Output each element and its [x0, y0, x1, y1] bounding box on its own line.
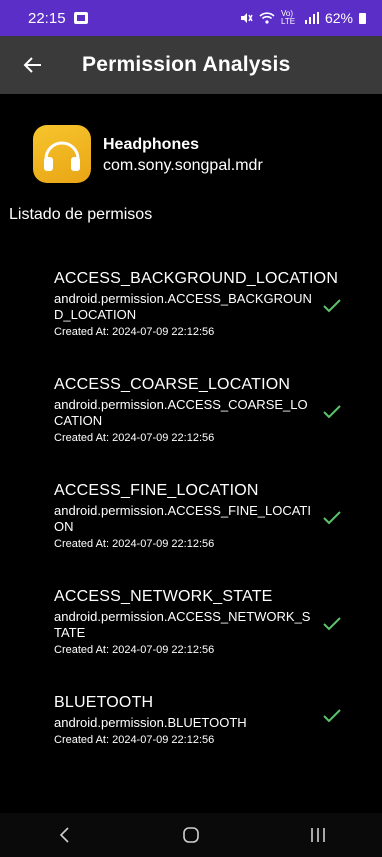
- permission-list: ACCESS_BACKGROUND_LOCATION android.permi…: [0, 268, 382, 798]
- permission-created: Created At: 2024-07-09 22:12:56: [54, 734, 215, 746]
- check-icon: [323, 511, 341, 525]
- permission-item[interactable]: ACCESS_FINE_LOCATION android.permission.…: [0, 480, 382, 586]
- permission-created: Created At: 2024-07-09 22:12:56: [54, 432, 215, 444]
- app-bar: Permission Analysis: [0, 36, 382, 94]
- headphones-icon: [44, 141, 80, 171]
- app-info: Headphones com.sony.songpal.mdr: [33, 125, 263, 183]
- check-icon: [323, 709, 341, 723]
- permission-created: Created At: 2024-07-09 22:12:56: [54, 326, 215, 338]
- permission-id: android.permission.ACCESS_BACKGROUND_LOC…: [54, 291, 312, 322]
- permission-name: BLUETOOTH: [54, 694, 154, 711]
- permission-id: android.permission.ACCESS_COARSE_LOCATIO…: [54, 397, 308, 428]
- permission-created: Created At: 2024-07-09 22:12:56: [54, 644, 215, 656]
- permission-item[interactable]: BLUETOOTH android.permission.BLUETOOTH C…: [0, 692, 382, 798]
- app-package: com.sony.songpal.mdr: [103, 157, 263, 174]
- check-icon: [323, 405, 341, 419]
- nav-home-button[interactable]: [161, 813, 221, 857]
- permission-id: android.permission.BLUETOOTH: [54, 715, 247, 730]
- check-icon: [323, 617, 341, 631]
- chevron-left-icon: [59, 827, 69, 843]
- arrow-left-icon: [23, 57, 41, 73]
- check-icon: [323, 299, 341, 313]
- permission-item[interactable]: ACCESS_NETWORK_STATE android.permission.…: [0, 586, 382, 692]
- permission-name: ACCESS_FINE_LOCATION: [54, 482, 259, 499]
- permission-created: Created At: 2024-07-09 22:12:56: [54, 538, 215, 550]
- status-right: Vo) LTE 62%: [239, 10, 366, 26]
- section-label: Listado de permisos: [9, 206, 153, 223]
- wifi-icon: [259, 12, 275, 24]
- mute-icon: [240, 13, 253, 23]
- back-button[interactable]: [0, 36, 60, 94]
- permission-id: android.permission.ACCESS_FINE_LOCATION: [54, 503, 311, 534]
- permission-item[interactable]: ACCESS_COARSE_LOCATION android.permissio…: [0, 374, 382, 480]
- permission-item[interactable]: ACCESS_BACKGROUND_LOCATION android.permi…: [0, 268, 382, 374]
- nav-back-button[interactable]: [34, 813, 94, 857]
- permission-name: ACCESS_NETWORK_STATE: [54, 588, 273, 605]
- status-left: 22:15: [28, 10, 88, 27]
- permission-id: android.permission.ACCESS_NETWORK_STATE: [54, 609, 311, 640]
- app-name: Headphones: [103, 136, 200, 153]
- status-time: 22:15: [28, 9, 66, 27]
- signal-type-label: Vo) LTE: [280, 9, 296, 26]
- status-bar: 22:15 Vo) LTE 62%: [0, 0, 382, 36]
- rounded-square-icon: [183, 827, 199, 843]
- permission-name: ACCESS_BACKGROUND_LOCATION: [54, 270, 339, 287]
- app-text: Headphones com.sony.songpal.mdr: [103, 135, 263, 177]
- permission-name: ACCESS_COARSE_LOCATION: [54, 376, 291, 393]
- image-notification-icon: [73, 12, 88, 24]
- navigation-bar: [0, 813, 382, 857]
- page-title: Permission Analysis: [82, 53, 291, 76]
- three-bars-icon: [311, 828, 326, 842]
- headphones-app-icon: [33, 125, 91, 183]
- nav-recents-button[interactable]: [288, 813, 348, 857]
- signal-strength-icon: [304, 12, 319, 24]
- battery-percent: 62%: [324, 10, 353, 26]
- battery-icon: [359, 12, 366, 24]
